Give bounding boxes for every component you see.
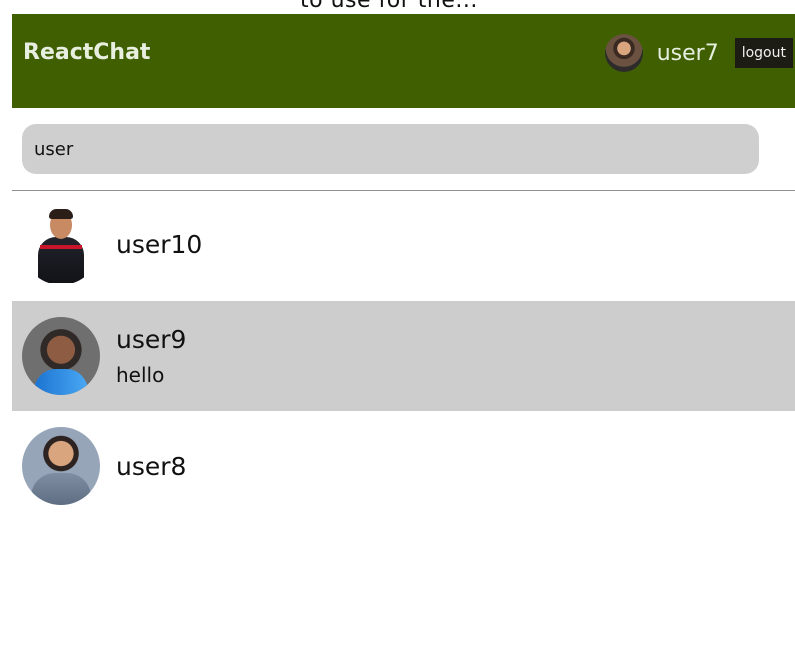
chat-item-user9[interactable]: user9 hello	[12, 301, 795, 411]
chat-item-user8[interactable]: user8	[12, 411, 795, 521]
search-input[interactable]	[22, 124, 759, 174]
current-user-avatar	[604, 34, 643, 72]
chat-list: user10 user9 hello user8	[12, 191, 795, 521]
search-area	[12, 108, 795, 191]
chat-item-user10[interactable]: user10	[12, 191, 795, 301]
chat-name: user10	[116, 230, 203, 259]
chat-name: user8	[116, 452, 187, 481]
logout-button[interactable]: logout	[734, 38, 793, 68]
avatar-hair	[49, 209, 73, 219]
current-username: user7	[656, 40, 719, 66]
top-cropped-text-strip: to use for the...	[0, 0, 795, 14]
chat-name: user9	[116, 325, 187, 354]
user8-avatar	[22, 427, 100, 505]
chat-app: ReactChat user7 logout user10 user9 hell…	[12, 14, 795, 660]
top-cropped-text: to use for the...	[300, 0, 478, 13]
chat-last-message: hello	[116, 363, 165, 387]
avatar-shirt-stripe	[40, 245, 82, 249]
app-logo-text: ReactChat	[23, 40, 151, 65]
user10-avatar	[22, 207, 100, 285]
current-user-area: user7 logout	[604, 34, 793, 72]
top-navbar: ReactChat user7 logout	[12, 14, 795, 108]
user9-avatar	[22, 317, 100, 395]
avatar-shirt	[38, 237, 84, 283]
